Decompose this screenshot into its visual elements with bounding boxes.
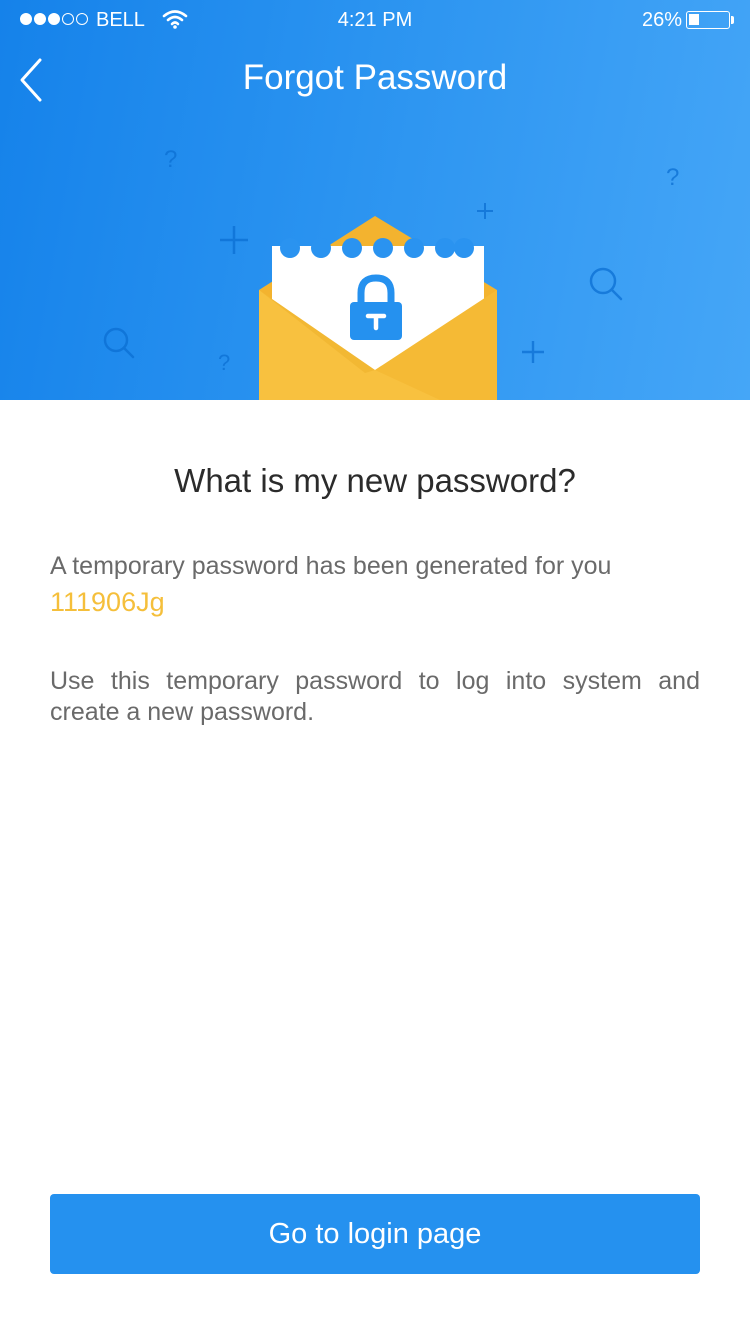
temporary-password: 111906Jg (50, 587, 165, 617)
status-bar: BELL 4:21 PM 26% (0, 0, 750, 40)
plus-icon (220, 226, 248, 254)
generated-text: A temporary password has been generated … (50, 552, 612, 580)
battery-tip (731, 16, 734, 24)
plus-icon (522, 341, 544, 363)
go-to-login-button[interactable]: Go to login page (50, 1194, 700, 1274)
content-heading: What is my new password? (174, 462, 576, 499)
page-title: Forgot Password (242, 58, 508, 97)
magnifier-icon (589, 267, 623, 301)
question-mark-icon: ? (666, 164, 680, 191)
battery-icon (686, 11, 730, 29)
battery-percent: 26% (641, 9, 682, 31)
question-mark-icon: ? (164, 146, 178, 173)
question-mark-icon: ? (218, 350, 231, 375)
magnifier-icon (103, 327, 135, 359)
envelope-icon (259, 216, 497, 400)
header-banner: BELL 4:21 PM 26% Forgot Password ? ? ? (0, 0, 750, 400)
instruction-text: Use this temporary password to log into … (50, 667, 700, 726)
status-time: 4:21 PM (337, 9, 413, 31)
